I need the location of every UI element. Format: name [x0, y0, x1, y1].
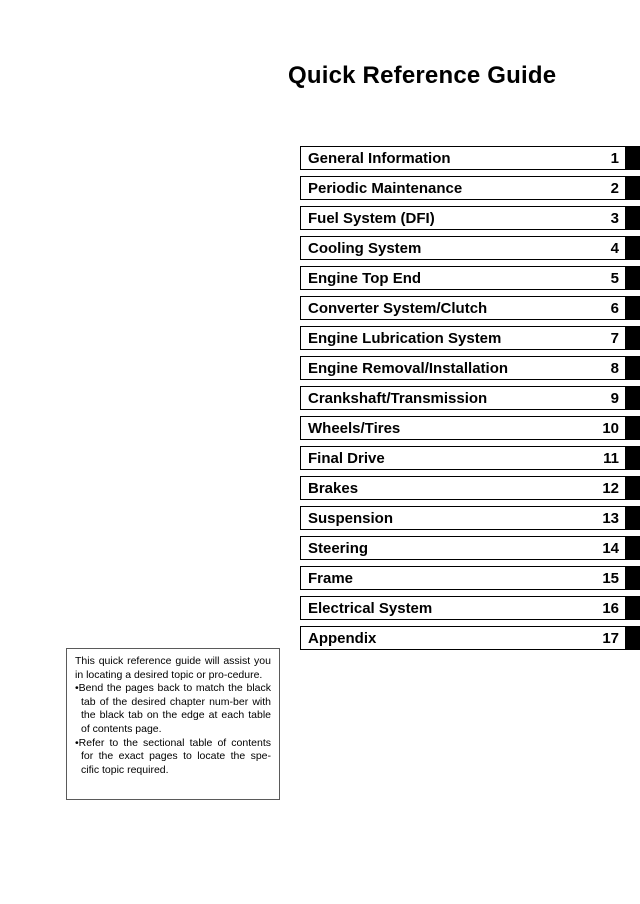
chapter-label: Engine Lubrication System: [308, 330, 502, 346]
chapter-row[interactable]: Periodic Maintenance 2: [300, 176, 640, 200]
chapter-number: 3: [610, 209, 619, 227]
chapter-black-tab: [626, 506, 640, 530]
chapter-plate[interactable]: Appendix 17: [300, 626, 626, 650]
chapter-label: Final Drive: [308, 450, 385, 466]
chapter-label: Crankshaft/Transmission: [308, 390, 488, 406]
chapter-row[interactable]: Fuel System (DFI) 3: [300, 206, 640, 230]
chapter-number: 9: [610, 389, 619, 407]
chapter-number: 6: [610, 299, 619, 317]
chapter-label: Steering: [308, 540, 369, 556]
chapter-black-tab: [626, 266, 640, 290]
chapter-black-tab: [626, 206, 640, 230]
chapter-label: Periodic Maintenance: [308, 180, 463, 196]
chapter-plate[interactable]: Final Drive 11: [300, 446, 626, 470]
chapter-row[interactable]: Steering 14: [300, 536, 640, 560]
chapter-plate[interactable]: Periodic Maintenance 2: [300, 176, 626, 200]
chapter-number: 11: [603, 449, 619, 467]
chapter-black-tab: [626, 416, 640, 440]
chapter-label: Cooling System: [308, 240, 422, 256]
chapter-plate[interactable]: Cooling System 4: [300, 236, 626, 260]
chapter-row[interactable]: Electrical System 16: [300, 596, 640, 620]
chapter-black-tab: [626, 236, 640, 260]
chapter-row[interactable]: Converter System/Clutch 6: [300, 296, 640, 320]
chapter-label: Converter System/Clutch: [308, 300, 488, 316]
chapter-black-tab: [626, 356, 640, 380]
chapter-black-tab: [626, 446, 640, 470]
chapter-row[interactable]: Appendix 17: [300, 626, 640, 650]
chapter-row[interactable]: Engine Removal/Installation 8: [300, 356, 640, 380]
chapter-label: Fuel System (DFI): [308, 210, 435, 226]
chapter-row[interactable]: Brakes 12: [300, 476, 640, 500]
chapter-row[interactable]: Cooling System 4: [300, 236, 640, 260]
chapter-plate[interactable]: Electrical System 16: [300, 596, 626, 620]
chapter-black-tab: [626, 326, 640, 350]
chapter-row[interactable]: Final Drive 11: [300, 446, 640, 470]
chapter-number: 8: [610, 359, 619, 377]
chapter-black-tab: [626, 176, 640, 200]
chapter-row[interactable]: Wheels/Tires 10: [300, 416, 640, 440]
chapter-number: 13: [602, 509, 619, 527]
chapter-number: 4: [610, 239, 619, 257]
chapter-label: Brakes: [308, 480, 359, 496]
chapter-plate[interactable]: Engine Top End 5: [300, 266, 626, 290]
chapter-number: 10: [602, 419, 619, 437]
chapter-plate[interactable]: Converter System/Clutch 6: [300, 296, 626, 320]
chapter-label: Frame: [308, 570, 354, 586]
chapter-row[interactable]: Crankshaft/Transmission 9: [300, 386, 640, 410]
chapter-row[interactable]: Suspension 13: [300, 506, 640, 530]
chapter-label: Suspension: [308, 510, 394, 526]
chapter-black-tab: [626, 536, 640, 560]
chapter-plate[interactable]: Brakes 12: [300, 476, 626, 500]
chapter-black-tab: [626, 566, 640, 590]
chapter-plate[interactable]: General Information 1: [300, 146, 626, 170]
chapter-plate[interactable]: Engine Removal/Installation 8: [300, 356, 626, 380]
chapter-row[interactable]: General Information 1: [300, 146, 640, 170]
chapter-label: Wheels/Tires: [308, 420, 401, 436]
chapter-row[interactable]: Frame 15: [300, 566, 640, 590]
chapter-number: 7: [610, 329, 619, 347]
info-box-bullet: •Bend the pages back to match the black …: [75, 682, 271, 735]
chapter-black-tab: [626, 626, 640, 650]
chapter-row[interactable]: Engine Top End 5: [300, 266, 640, 290]
chapter-black-tab: [626, 476, 640, 500]
chapter-black-tab: [626, 146, 640, 170]
chapter-label: General Information: [308, 150, 451, 166]
chapter-plate[interactable]: Frame 15: [300, 566, 626, 590]
page-title: Quick Reference Guide: [288, 62, 557, 89]
chapter-number: 17: [602, 629, 619, 647]
chapter-plate[interactable]: Steering 14: [300, 536, 626, 560]
chapter-row[interactable]: Engine Lubrication System 7: [300, 326, 640, 350]
chapter-number: 15: [602, 569, 619, 587]
chapter-label: Engine Removal/Installation: [308, 360, 509, 376]
info-box: This quick reference guide will assist y…: [66, 648, 280, 800]
chapter-number: 12: [602, 479, 619, 497]
chapter-number: 5: [610, 269, 619, 287]
info-box-intro: This quick reference guide will assist y…: [75, 655, 271, 681]
chapter-number: 1: [610, 149, 619, 167]
chapter-list: General Information 1 Periodic Maintenance…: [300, 146, 640, 656]
chapter-number: 16: [602, 599, 619, 617]
chapter-plate[interactable]: Fuel System (DFI) 3: [300, 206, 626, 230]
chapter-plate[interactable]: Engine Lubrication System 7: [300, 326, 626, 350]
chapter-black-tab: [626, 596, 640, 620]
chapter-number: 14: [602, 539, 619, 557]
info-box-bullet: •Refer to the sectional table of content…: [75, 736, 271, 776]
chapter-black-tab: [626, 296, 640, 320]
chapter-plate[interactable]: Wheels/Tires 10: [300, 416, 626, 440]
chapter-number: 2: [610, 179, 619, 197]
chapter-plate[interactable]: Crankshaft/Transmission 9: [300, 386, 626, 410]
chapter-label: Appendix: [308, 630, 377, 646]
chapter-label: Electrical System: [308, 600, 433, 616]
chapter-label: Engine Top End: [308, 270, 422, 286]
chapter-black-tab: [626, 386, 640, 410]
chapter-plate[interactable]: Suspension 13: [300, 506, 626, 530]
